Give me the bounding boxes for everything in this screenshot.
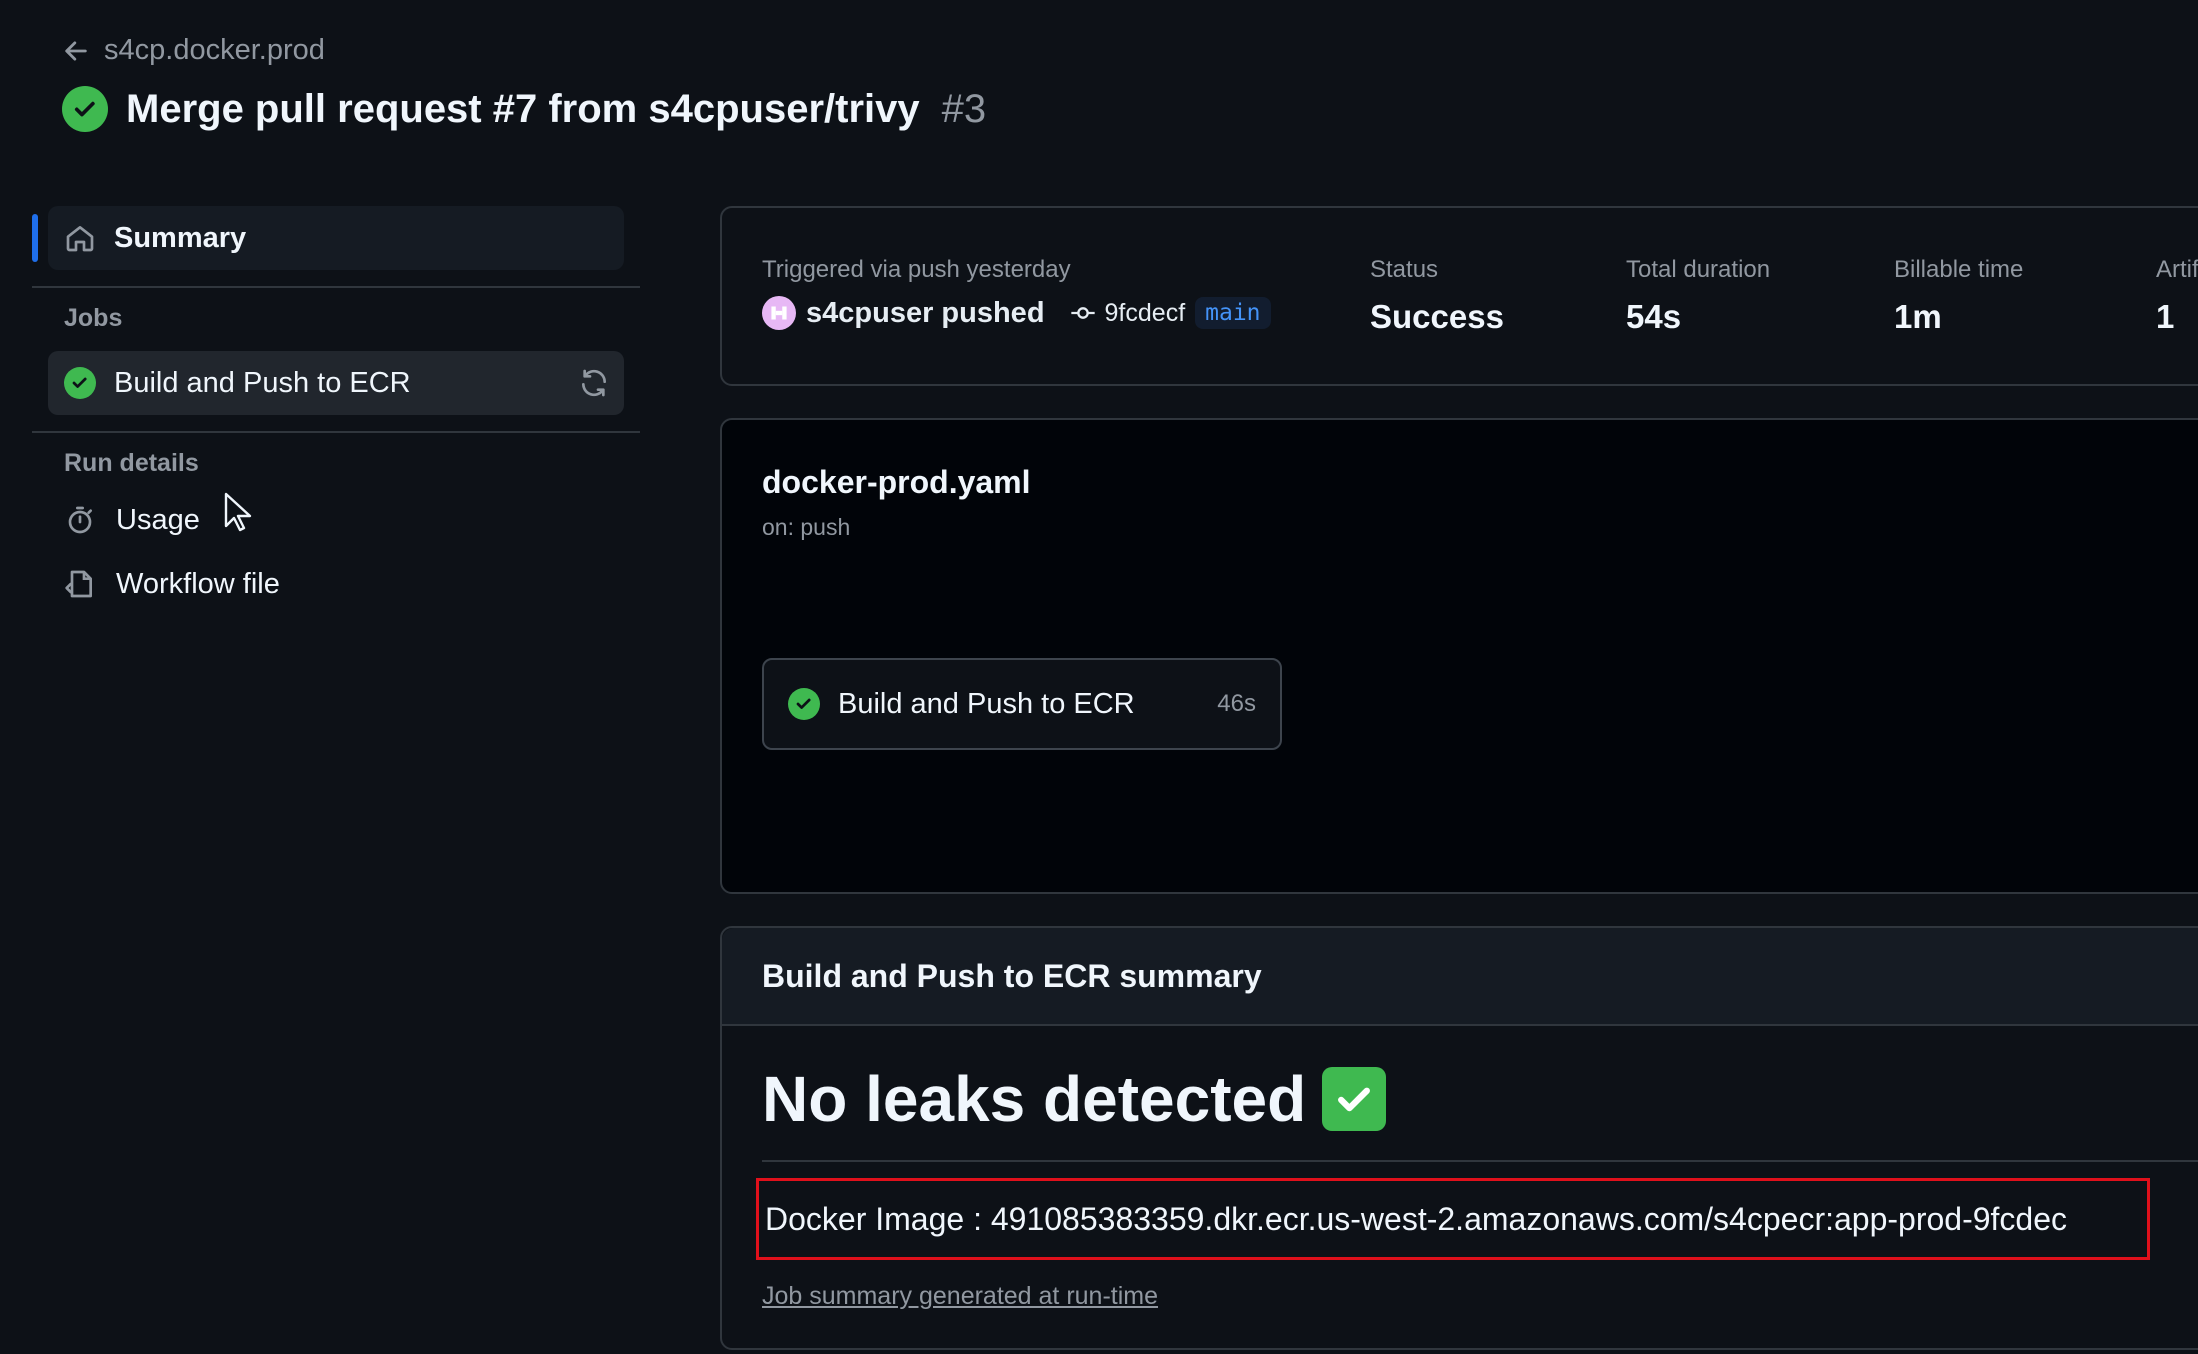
workflow-run-page: s4cp.docker.prod Merge pull request #7 f… <box>0 0 2198 1354</box>
sidebar-item-summary[interactable]: Summary <box>32 206 624 270</box>
trigger-row: s4cpuser pushed 9fcdecf main <box>762 296 1271 330</box>
sidebar-item-label: Build and Push to ECR <box>114 366 411 399</box>
check-mark-icon <box>1322 1067 1387 1131</box>
job-summary-footer-link[interactable]: Job summary generated at run-time <box>762 1282 1158 1311</box>
sidebar-item-label: Usage <box>116 503 200 536</box>
git-commit-icon <box>1069 299 1097 327</box>
artifacts-label: Artifacts <box>2156 256 2198 283</box>
page-title: Merge pull request #7 from s4cpuser/triv… <box>126 86 920 131</box>
run-number: #3 <box>941 86 987 131</box>
job-summary-heading: Build and Push to ECR summary <box>722 928 2198 1026</box>
commit-link[interactable]: 9fcdecf <box>1069 299 1186 328</box>
leaks-heading: No leaks detected <box>762 1062 1387 1136</box>
success-check-icon <box>64 367 96 399</box>
avatar[interactable] <box>762 296 796 330</box>
branch-badge[interactable]: main <box>1195 297 1271 329</box>
summary-divider <box>762 1160 2198 1162</box>
status-value: Success <box>1370 298 1504 335</box>
status-info: Status Success <box>1370 256 1504 336</box>
actor-link[interactable]: s4cpuser pushed <box>806 297 1045 330</box>
home-icon <box>64 222 96 254</box>
trigger-label: Triggered via push yesterday <box>762 256 1071 283</box>
sidebar-item-usage[interactable]: Usage <box>64 488 640 552</box>
rerun-icon[interactable] <box>578 367 610 399</box>
stopwatch-icon <box>64 504 96 536</box>
billable-value: 1m <box>1894 298 1942 335</box>
leaks-text: No leaks detected <box>762 1063 1307 1135</box>
commit-sha[interactable]: 9fcdecf <box>1105 299 1186 328</box>
file-code-icon <box>64 568 96 600</box>
sidebar-item-label: Summary <box>114 221 247 254</box>
artifacts-info: Artifacts 1 <box>2156 256 2198 336</box>
sidebar-divider <box>32 286 640 288</box>
success-check-icon <box>788 688 820 720</box>
sidebar-divider <box>32 431 640 433</box>
sidebar-item-workflow-file[interactable]: Workflow file <box>64 552 640 616</box>
jobs-heading: Jobs <box>64 304 123 332</box>
job-node[interactable]: Build and Push to ECR 46s <box>762 658 1282 750</box>
arrow-left-icon <box>62 37 90 65</box>
run-meta-panel: Triggered via push yesterday s4cpuser pu… <box>720 206 2198 386</box>
billable-label: Billable time <box>1894 256 2024 283</box>
duration-label: Total duration <box>1626 256 1771 283</box>
sidebar-item-label: Workflow file <box>116 567 280 600</box>
mouse-cursor-icon <box>224 492 252 532</box>
sidebar-item-job[interactable]: Build and Push to ECR <box>48 351 624 415</box>
duration-info: Total duration 54s <box>1626 256 1770 336</box>
job-duration: 46s <box>1217 690 1256 717</box>
trigger-info: Triggered via push yesterday s4cpuser pu… <box>762 256 1271 330</box>
page-title-row: Merge pull request #7 from s4cpuser/triv… <box>62 86 986 132</box>
docker-image-line: Docker Image : 491085383359.dkr.ecr.us-w… <box>756 1178 2150 1260</box>
sidebar: Summary Jobs Build and Push to ECR Run d… <box>32 206 640 616</box>
back-link-label[interactable]: s4cp.docker.prod <box>104 34 325 67</box>
billable-info: Billable time 1m <box>1894 256 2023 336</box>
duration-value: 54s <box>1626 298 1682 335</box>
run-details-heading: Run details <box>64 449 199 477</box>
active-indicator <box>32 214 38 262</box>
job-summary-panel: Build and Push to ECR summary No leaks d… <box>720 926 2198 1350</box>
success-check-icon <box>62 86 108 132</box>
workflow-name: docker-prod.yaml <box>762 464 1031 500</box>
workflow-trigger: on: push <box>762 514 851 540</box>
back-link[interactable]: s4cp.docker.prod <box>62 34 325 67</box>
job-node-label: Build and Push to ECR <box>838 687 1135 720</box>
workflow-graph-panel: docker-prod.yaml on: push Build and Push… <box>720 418 2198 894</box>
status-label: Status <box>1370 256 1439 283</box>
artifacts-value[interactable]: 1 <box>2156 298 2198 336</box>
